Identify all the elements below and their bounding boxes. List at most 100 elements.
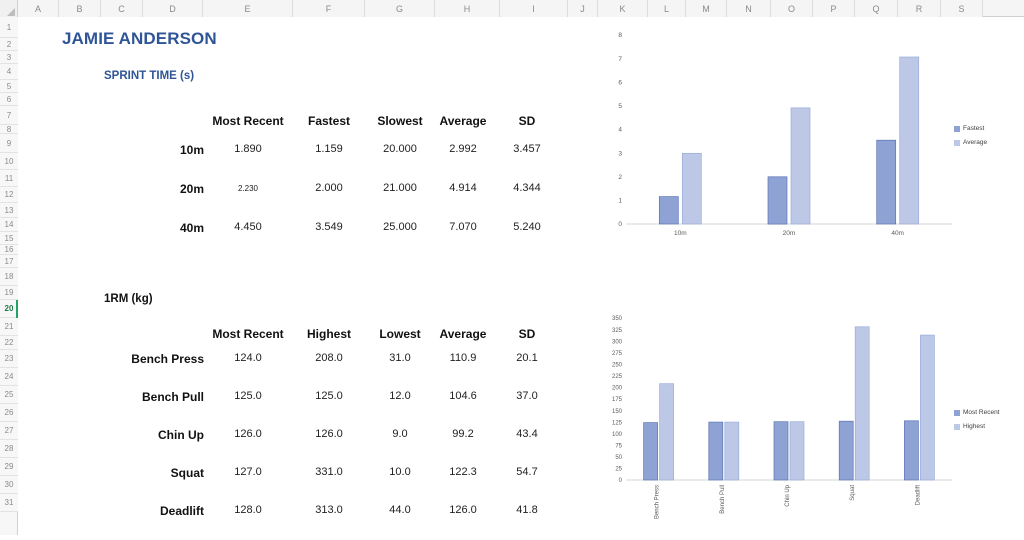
onerm-chart[interactable]: 0 25 50 75 100 125 150 175 200 225 250 275 300 325 350…: [600, 310, 960, 540]
column-header-o[interactable]: O: [771, 0, 813, 17]
bar-highest-bench-pull[interactable]: [724, 421, 740, 481]
bar-most-recent-bench-press[interactable]: [643, 422, 658, 481]
column-header-r[interactable]: R: [898, 0, 941, 17]
legend-swatch-icon: [954, 409, 960, 416]
cell-chin-up-sd[interactable]: 43.4: [467, 428, 587, 440]
bar-highest-deadlift[interactable]: [920, 334, 935, 481]
bar-most-recent-deadlift[interactable]: [904, 420, 919, 481]
y-axis-tick: 150: [612, 409, 623, 415]
bar-fastest-40m[interactable]: [876, 139, 897, 225]
bar-fastest-10m[interactable]: [658, 196, 679, 225]
bar-most-recent-squat[interactable]: [838, 420, 854, 481]
row-header-10[interactable]: 10: [0, 153, 18, 170]
row-header-28[interactable]: 28: [0, 440, 18, 458]
row-header-12[interactable]: 12: [0, 187, 18, 203]
row-label-40m: 40m: [179, 221, 204, 235]
bar-highest-chin-up[interactable]: [789, 421, 805, 481]
row-label-10m: 10m: [179, 143, 204, 157]
row-header-25[interactable]: 25: [0, 386, 18, 404]
column-header-l[interactable]: L: [648, 0, 686, 17]
legend-item-average[interactable]: Average: [954, 139, 987, 146]
column-header-g[interactable]: G: [365, 0, 435, 17]
row-header-24[interactable]: 24: [0, 368, 18, 386]
row-header-30[interactable]: 30: [0, 476, 18, 494]
column-header-p[interactable]: P: [813, 0, 855, 17]
cell-20m-sd[interactable]: 4.344: [467, 182, 587, 194]
legend-label: Average: [963, 139, 988, 146]
row-header-22[interactable]: 22: [0, 336, 18, 350]
bar-most-recent-bench-pull[interactable]: [708, 421, 724, 481]
sprint-chart[interactable]: 0 1 2 3 4 5 6 7 8 10m 20m 40m: [600, 27, 960, 252]
bar-fastest-20m[interactable]: [767, 176, 788, 225]
row-header-16[interactable]: 16: [0, 245, 18, 255]
row-header-27[interactable]: 27: [0, 422, 18, 440]
y-axis-tick: 0: [618, 221, 622, 228]
legend-item-most-recent[interactable]: Most Recent: [954, 409, 1000, 416]
row-header-9[interactable]: 9: [0, 134, 18, 153]
row-header-21[interactable]: 21: [0, 318, 18, 336]
row-header-strip: 1 2 3 4 5 6 7 8 9 10 11 12 13 14 15 16 17 18 19 20 21 22 23 24 2…: [0, 17, 18, 535]
bar-highest-squat[interactable]: [854, 326, 870, 481]
bar-highest-bench-press[interactable]: [659, 383, 674, 481]
row-header-11[interactable]: 11: [0, 170, 18, 187]
row-header-18[interactable]: 18: [0, 268, 18, 286]
column-header-j[interactable]: J: [568, 0, 598, 17]
row-header-1[interactable]: 1: [0, 17, 18, 38]
sprint-section-heading: SPRINT TIME (s): [104, 70, 195, 82]
select-all-corner[interactable]: [0, 0, 18, 17]
row-header-29[interactable]: 29: [0, 458, 18, 476]
cell-40m-sd[interactable]: 5.240: [467, 221, 587, 233]
cell-bench-press-sd[interactable]: 20.1: [467, 352, 587, 364]
row-header-23[interactable]: 23: [0, 350, 18, 368]
column-header-q[interactable]: Q: [855, 0, 898, 17]
column-header-s[interactable]: S: [941, 0, 983, 17]
spreadsheet[interactable]: ABCDEFGHIJKLMNOPQRS 1 2 3 4 5 6 7 8 9 10 11 12 13 14 1…: [0, 0, 1024, 535]
row-header-26[interactable]: 26: [0, 404, 18, 422]
row-header-14[interactable]: 14: [0, 218, 18, 232]
row-header-19[interactable]: 19: [0, 286, 18, 300]
row-label-squat: Squat: [170, 466, 204, 480]
row-header-8[interactable]: 8: [0, 125, 18, 134]
row-header-17[interactable]: 17: [0, 255, 18, 268]
row-header-15[interactable]: 15: [0, 232, 18, 245]
column-header-b[interactable]: B: [59, 0, 101, 17]
y-axis-tick: 200: [612, 386, 623, 392]
y-axis-tick: 1: [618, 198, 622, 205]
row-header-4[interactable]: 4: [0, 64, 18, 80]
row-header-7[interactable]: 7: [0, 106, 18, 125]
bar-average-10m[interactable]: [681, 152, 702, 225]
cell-bench-pull-sd[interactable]: 37.0: [467, 390, 587, 402]
legend-item-fastest[interactable]: Fastest: [954, 125, 987, 132]
column-header-n[interactable]: N: [727, 0, 771, 17]
y-axis-tick: 0: [619, 478, 623, 484]
y-axis-tick: 7: [618, 56, 622, 63]
row-label-deadlift: Deadlift: [159, 504, 204, 518]
column-header-m[interactable]: M: [686, 0, 727, 17]
row-header-13[interactable]: 13: [0, 203, 18, 218]
row-header-3[interactable]: 3: [0, 51, 18, 64]
column-header-h[interactable]: H: [435, 0, 500, 17]
column-header-c[interactable]: C: [101, 0, 143, 17]
y-axis-tick: 175: [612, 397, 623, 403]
row-label-20m: 20m: [179, 182, 204, 196]
row-header-6[interactable]: 6: [0, 93, 18, 106]
row-header-2[interactable]: 2: [0, 38, 18, 51]
y-axis-tick: 75: [615, 443, 622, 449]
row-header-31[interactable]: 31: [0, 494, 18, 512]
legend-item-highest[interactable]: Highest: [954, 423, 1000, 430]
bar-most-recent-chin-up[interactable]: [773, 421, 789, 481]
bar-average-40m[interactable]: [899, 56, 920, 225]
row-header-5[interactable]: 5: [0, 80, 18, 93]
cell-10m-sd[interactable]: 3.457: [467, 143, 587, 155]
column-header-e[interactable]: E: [203, 0, 293, 17]
column-header-i[interactable]: I: [500, 0, 568, 17]
grid-body[interactable]: JAMIE ANDERSON SPRINT TIME (s) Most Rece…: [18, 17, 1024, 535]
bar-average-20m[interactable]: [790, 107, 811, 225]
cell-squat-sd[interactable]: 54.7: [467, 466, 587, 478]
cell-deadlift-sd[interactable]: 41.8: [467, 504, 587, 516]
column-header-d[interactable]: D: [143, 0, 203, 17]
column-header-f[interactable]: F: [293, 0, 365, 17]
column-header-k[interactable]: K: [598, 0, 648, 17]
y-axis-tick: 225: [612, 374, 623, 380]
column-header-a[interactable]: A: [18, 0, 59, 17]
